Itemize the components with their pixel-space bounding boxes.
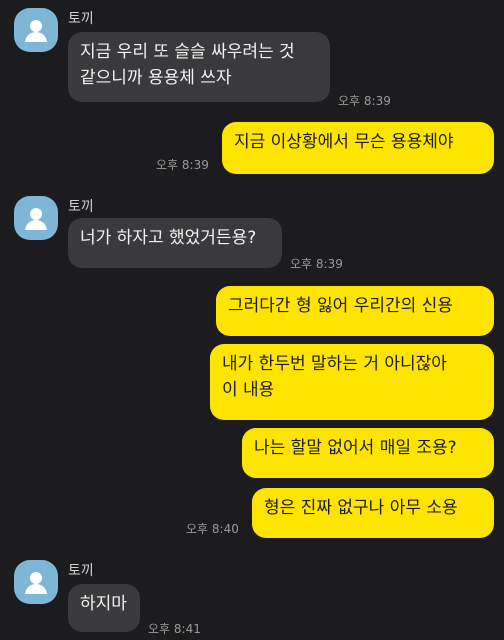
message-bubble-outgoing[interactable]: 내가 한두번 말하는 거 아니잖아 이 내용	[210, 344, 494, 420]
message-bubble-outgoing[interactable]: 그러다간 형 잃어 우리간의 신용	[216, 286, 494, 336]
message-time: 오후 8:40	[186, 522, 239, 536]
message-bubble-incoming[interactable]: 하지마	[68, 584, 140, 632]
default-profile-icon	[25, 20, 47, 42]
sender-name: 토끼	[68, 199, 94, 215]
default-profile-icon	[25, 572, 47, 594]
message-time: 오후 8:41	[148, 622, 201, 636]
avatar[interactable]	[14, 196, 58, 240]
sender-name: 토끼	[68, 563, 94, 579]
message-bubble-incoming[interactable]: 지금 우리 또 슬슬 싸우려는 것 같으니까 용용체 쓰자	[68, 32, 330, 102]
avatar[interactable]	[14, 8, 58, 52]
message-bubble-incoming[interactable]: 너가 하자고 했었거든용?	[68, 218, 282, 268]
sender-name: 토끼	[68, 11, 94, 27]
avatar[interactable]	[14, 560, 58, 604]
message-bubble-outgoing[interactable]: 지금 이상황에서 무슨 용용체야	[222, 122, 494, 174]
message-time: 오후 8:39	[338, 94, 391, 108]
message-bubble-outgoing[interactable]: 형은 진짜 없구나 아무 소용	[252, 488, 494, 538]
message-time: 오후 8:39	[290, 257, 343, 271]
message-time: 오후 8:39	[156, 158, 209, 172]
default-profile-icon	[25, 208, 47, 230]
message-bubble-outgoing[interactable]: 나는 할말 없어서 매일 조용?	[242, 428, 494, 478]
